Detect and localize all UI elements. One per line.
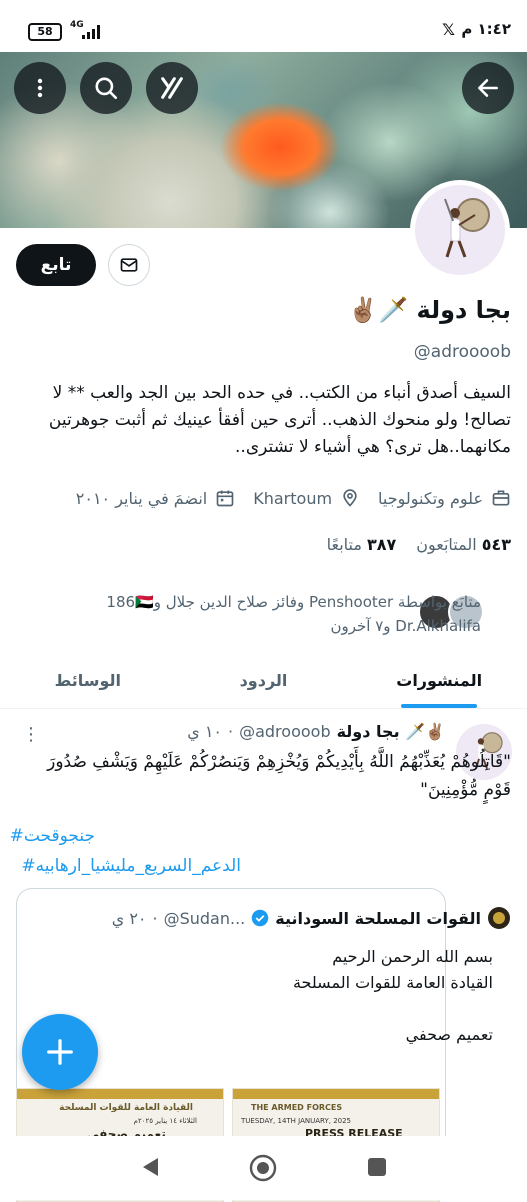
battery-icon: 58 bbox=[28, 23, 62, 41]
quoted-author-handle: @Sudan... bbox=[163, 908, 246, 928]
profile-avatar[interactable] bbox=[410, 180, 510, 280]
x-app-icon: 𝕏 bbox=[442, 20, 455, 39]
thumb-header-bar bbox=[233, 1089, 439, 1099]
followers-stat[interactable]: ٥٤٣المتابَعون bbox=[416, 535, 511, 554]
tab-posts[interactable]: المنشورات bbox=[351, 652, 527, 708]
compose-button[interactable] bbox=[22, 1014, 98, 1090]
quoted-author-name: القوات المسلحة السودانية bbox=[275, 908, 481, 928]
follow-button[interactable]: تابع bbox=[16, 244, 96, 286]
nav-recents-icon[interactable] bbox=[367, 1157, 387, 1177]
hashtag-link[interactable]: #جنجوقحت bbox=[10, 826, 95, 846]
location-pin-icon bbox=[343, 489, 357, 507]
post-author-name[interactable]: بجا دولة 🗡️✌🏽 bbox=[337, 722, 445, 741]
thumb-date: TUESDAY, 14TH JANUARY, 2025 bbox=[241, 1117, 352, 1125]
joined-item: انضمَ في يناير ٢٠١٠ bbox=[76, 488, 235, 508]
grok-icon[interactable] bbox=[146, 62, 198, 114]
post-text: "قَاتِلُوهُمْ يُعَذِّبْهُمُ اللَّهُ بِأَ… bbox=[47, 752, 511, 800]
joined-label: انضمَ في يناير ٢٠١٠ bbox=[75, 488, 208, 508]
tab-replies[interactable]: الردود bbox=[176, 652, 352, 708]
followers-count: ٥٤٣ bbox=[481, 535, 511, 554]
thumb-header-bar bbox=[17, 1089, 223, 1099]
profile-handle: @adroooob bbox=[413, 342, 511, 362]
plus-icon bbox=[47, 1039, 73, 1065]
category-label[interactable]: علوم وتكنولوجيا bbox=[378, 489, 483, 508]
profile-tabs: المنشورات الردود الوسائط bbox=[0, 652, 527, 709]
dot-separator: · bbox=[228, 722, 234, 741]
search-icon[interactable] bbox=[80, 62, 132, 114]
message-button[interactable] bbox=[108, 244, 150, 286]
quoted-post-text: بسم الله الرحمن الرحيم القيادة العامة لل… bbox=[292, 947, 493, 1044]
quoted-post-time: ٢٠ ي bbox=[111, 908, 147, 928]
calendar-icon bbox=[216, 490, 234, 507]
quoted-post-header: القوات المسلحة السودانية @Sudan... · ٢٠ … bbox=[111, 906, 511, 930]
briefcase-icon bbox=[492, 490, 510, 506]
following-count: ٣٨٧ bbox=[366, 535, 397, 554]
system-nav-bar bbox=[0, 1136, 527, 1200]
envelope-icon bbox=[120, 258, 138, 272]
post-more-icon[interactable]: ⋮ bbox=[22, 724, 40, 745]
profile-meta: علوم وتكنولوجيا Khartoum انضمَ في يناير … bbox=[11, 488, 511, 508]
category-item: علوم وتكنولوجيا bbox=[378, 488, 511, 508]
nav-home-icon[interactable] bbox=[249, 1154, 277, 1182]
more-vertical-icon[interactable] bbox=[14, 62, 66, 114]
thumb-date: الثلاثاء ١٤ يناير ٢٠٢٥م bbox=[133, 1117, 197, 1125]
nav-back-icon[interactable] bbox=[140, 1156, 160, 1178]
signal-icon bbox=[82, 25, 100, 39]
profile-name: بجا دولة 🗡️✌🏽 bbox=[348, 296, 511, 324]
post-time: ١٠ ي bbox=[187, 722, 222, 741]
back-arrow-icon[interactable] bbox=[462, 62, 514, 114]
post-author-handle: @adroooob bbox=[239, 722, 331, 741]
army-logo-icon bbox=[488, 907, 510, 929]
followers-label: المتابَعون bbox=[416, 535, 477, 554]
following-label: متابعًا bbox=[326, 535, 362, 554]
location-label: Khartoum bbox=[253, 488, 333, 508]
verified-badge-icon bbox=[252, 909, 269, 927]
thumb-header: THE ARMED FORCES bbox=[251, 1103, 343, 1112]
status-bar: 58 4G 𝕏 ١:٤٢ م bbox=[0, 0, 527, 52]
follow-stats: ٥٤٣المتابَعون ٣٨٧متابعًا bbox=[327, 535, 511, 554]
thumb-header: القيادة العامة للقوات المسلحة bbox=[59, 1103, 193, 1113]
hashtag-link[interactable]: #الدعم_السريع_مليشيا_ارهابيه bbox=[21, 856, 241, 876]
following-stat[interactable]: ٣٨٧متابعًا bbox=[327, 535, 397, 554]
profile-bio: السيف أصدق أنباء من الكتب.. في حده الحد … bbox=[48, 383, 511, 457]
dot-separator: · bbox=[152, 908, 158, 928]
clock: ١:٤٢ م bbox=[461, 20, 511, 38]
location-item: Khartoum bbox=[253, 488, 360, 508]
followed-by-text[interactable]: متابَع بواسطة Penshooter وفائز صلاح الدي… bbox=[81, 590, 481, 638]
tab-media[interactable]: الوسائط bbox=[0, 652, 176, 708]
post-header: بجا دولة 🗡️✌🏽 @adroooob · ١٠ ي bbox=[25, 722, 445, 741]
